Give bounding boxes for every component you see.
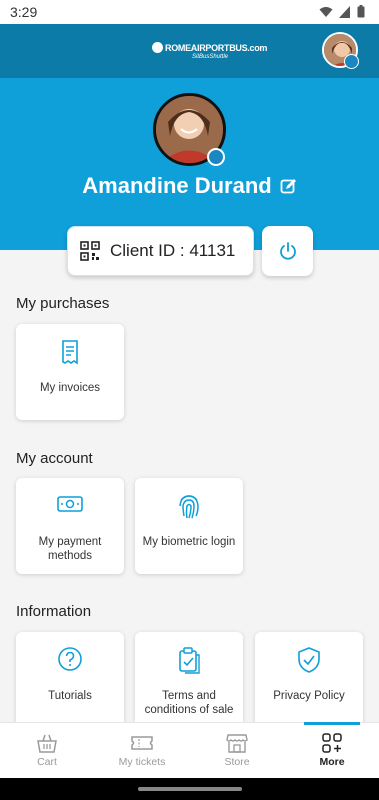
tutorials-card[interactable]: Tutorials (16, 632, 124, 728)
logo-subtext: SitBusShuttle (192, 54, 229, 60)
nav-my-tickets[interactable]: My tickets (95, 723, 189, 779)
nav-more-label: More (319, 756, 345, 768)
system-gesture-bar (0, 778, 379, 800)
profile-name: Amandine Durand (82, 173, 272, 198)
status-icons (319, 5, 365, 18)
crown-badge-icon (344, 54, 359, 69)
terms-label: Terms and conditions of sale (144, 690, 234, 716)
premium-badge-icon (207, 148, 225, 166)
terms-card[interactable]: Terms and conditions of sale (135, 632, 243, 722)
help-circle-icon (58, 647, 82, 671)
signal-icon (339, 5, 350, 18)
invoices-label: My invoices (39, 382, 101, 394)
section-title-account: My account (16, 450, 93, 467)
section-title-purchases: My purchases (16, 295, 110, 312)
profile-name-row: Amandine Durand (0, 173, 379, 199)
nav-more[interactable]: More (285, 723, 379, 779)
bottom-navigation: Cart My tickets Store More (0, 722, 379, 778)
status-time: 3:29 (10, 4, 38, 20)
biometric-login-label: My biometric login (142, 536, 236, 548)
active-tab-indicator (304, 722, 360, 725)
nav-cart-label: Cart (37, 756, 57, 768)
logo-text: ROMEAIRPORTBUS.com (165, 42, 268, 53)
nav-my-tickets-label: My tickets (118, 756, 166, 768)
fingerprint-icon (179, 495, 199, 519)
store-icon (226, 734, 248, 753)
status-bar: 3:29 (0, 0, 379, 24)
client-id-card[interactable]: Client ID : 41131 (67, 226, 254, 276)
edit-icon[interactable] (280, 178, 297, 195)
qr-code-icon (80, 241, 100, 261)
wifi-icon (319, 6, 333, 17)
shield-check-icon (298, 647, 320, 673)
power-icon (279, 242, 296, 260)
grid-plus-icon (322, 733, 342, 753)
client-id-text: Client ID : 41131 (110, 241, 236, 260)
brand-logo: ROMEAIRPORTBUS.com SitBusShuttle (152, 42, 268, 60)
tutorials-label: Tutorials (48, 690, 92, 702)
clipboard-check-icon (179, 647, 200, 674)
payment-methods-card[interactable]: My payment methods (16, 478, 124, 574)
bus-icon (152, 42, 163, 53)
section-title-information: Information (16, 603, 92, 620)
ticket-icon (131, 736, 153, 750)
invoices-card[interactable]: My invoices (16, 324, 124, 420)
battery-icon (357, 5, 365, 18)
basket-icon (37, 734, 57, 753)
privacy-policy-card[interactable]: Privacy Policy (255, 632, 363, 728)
home-gesture-handle[interactable] (138, 787, 242, 791)
payment-methods-label: My payment methods (38, 536, 102, 562)
cash-icon (57, 496, 83, 512)
nav-store[interactable]: Store (190, 723, 284, 779)
biometric-login-card[interactable]: My biometric login (135, 478, 243, 574)
nav-cart[interactable]: Cart (0, 723, 94, 779)
privacy-policy-label: Privacy Policy (273, 690, 345, 702)
nav-store-label: Store (224, 756, 250, 768)
logout-button[interactable] (262, 226, 313, 276)
invoice-icon (62, 340, 78, 365)
